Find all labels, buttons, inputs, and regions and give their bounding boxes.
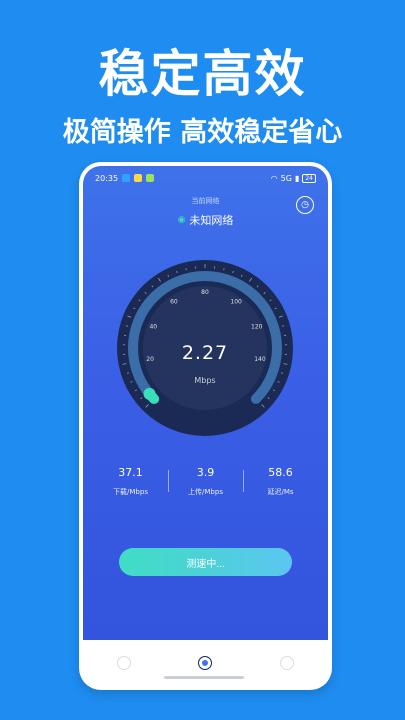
download-stat: 37.1 下载/Mbps bbox=[93, 466, 168, 497]
nav-tab-speedtest[interactable] bbox=[185, 648, 225, 678]
wifi-status-icon: ◠ bbox=[270, 173, 278, 183]
wifi-icon: ◉ bbox=[177, 215, 186, 225]
clock-icon: ◷ bbox=[301, 200, 309, 210]
upload-value: 3.9 bbox=[196, 466, 215, 479]
gauge-tick-label: 100 bbox=[230, 298, 242, 305]
stats-row: 37.1 下载/Mbps 3.9 上传/Mbps 58.6 延迟/Ms bbox=[93, 466, 318, 497]
promo-subtitle: 极简操作 高效稳定省心 bbox=[62, 117, 343, 148]
phone-frame: 20:35 ◠ 5G ▮ 24 当前网络 ◉ 未知网络 ◷ 20 40 60 8… bbox=[79, 162, 332, 690]
gauge-needle-dot bbox=[143, 387, 156, 400]
app-notification-icon bbox=[134, 174, 143, 182]
gauge-tick-label: 120 bbox=[251, 324, 263, 331]
profile-icon bbox=[280, 656, 295, 670]
gauge-tick bbox=[125, 325, 129, 327]
shield-icon bbox=[116, 656, 131, 670]
speed-gauge: 20 40 60 80 100 120 140 2.27 Mbps bbox=[115, 258, 295, 438]
status-time: 20:35 bbox=[95, 173, 119, 183]
speed-unit: Mbps bbox=[194, 376, 216, 385]
home-indicator bbox=[164, 676, 244, 679]
network-name: 未知网络 bbox=[189, 214, 234, 227]
app-notification-icon bbox=[122, 174, 131, 182]
gauge-tick-label: 40 bbox=[149, 324, 157, 331]
download-label: 下载/Mbps bbox=[113, 488, 148, 496]
gauge-tick-label: 60 bbox=[170, 298, 178, 305]
gauge-tick bbox=[281, 325, 285, 327]
download-value: 37.1 bbox=[118, 466, 143, 479]
nav-tab-profile[interactable] bbox=[267, 648, 307, 678]
history-clock-button[interactable]: ◷ bbox=[296, 196, 314, 214]
gauge-tick-label: 80 bbox=[201, 289, 209, 296]
speedometer-icon bbox=[198, 656, 213, 670]
nav-tab-shield[interactable] bbox=[104, 648, 144, 678]
app-screen: 20:35 ◠ 5G ▮ 24 当前网络 ◉ 未知网络 ◷ 20 40 60 8… bbox=[83, 166, 328, 640]
app-notification-icon bbox=[146, 174, 155, 182]
network-name-row: ◉ 未知网络 bbox=[83, 212, 328, 228]
network-label: 当前网络 bbox=[191, 197, 220, 205]
battery-icon: 24 bbox=[302, 173, 316, 183]
promo-title: 稳定高效 bbox=[98, 45, 307, 103]
upload-stat: 3.9 上传/Mbps bbox=[168, 466, 243, 497]
signal-status-label: 5G bbox=[280, 173, 292, 183]
latency-value: 58.6 bbox=[268, 466, 293, 479]
latency-stat: 58.6 延迟/Ms bbox=[243, 466, 318, 497]
speed-test-button[interactable]: 测速中... bbox=[119, 548, 292, 576]
status-bar: 20:35 ◠ 5G ▮ 24 bbox=[95, 172, 316, 184]
bottom-nav bbox=[83, 640, 328, 686]
latency-label: 延迟/Ms bbox=[267, 488, 294, 496]
signal-bars-icon: ▮ bbox=[294, 173, 300, 183]
upload-label: 上传/Mbps bbox=[188, 488, 223, 496]
speed-value: 2.27 bbox=[181, 342, 229, 364]
